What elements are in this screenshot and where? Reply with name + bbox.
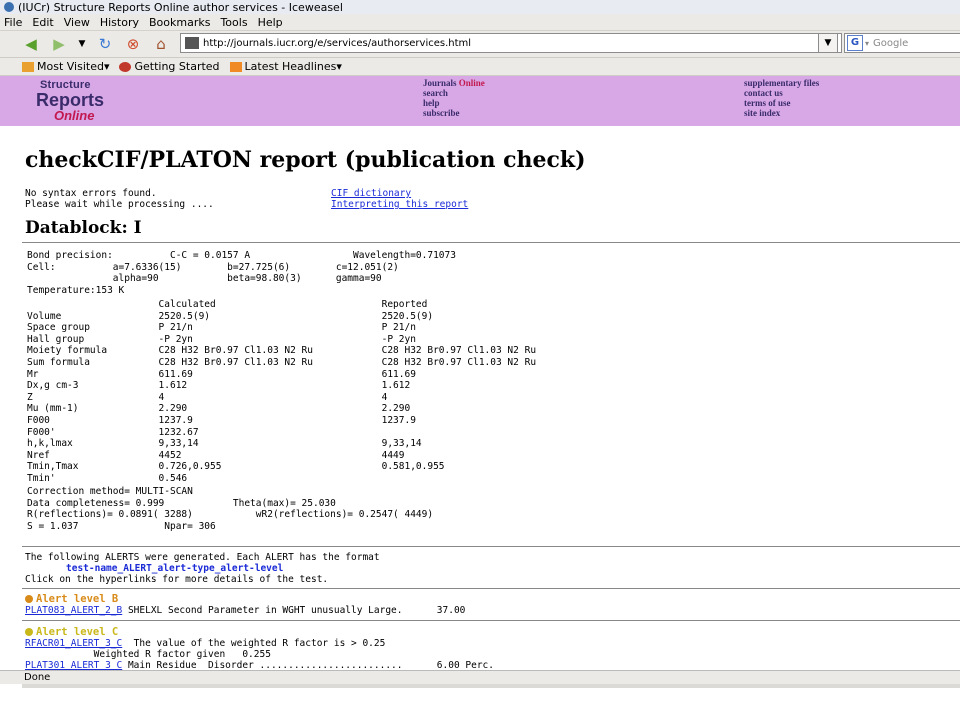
divider — [22, 620, 960, 621]
nav-search[interactable]: search — [423, 88, 485, 98]
horizontal-scrollbar[interactable] — [22, 684, 960, 688]
menu-bookmarks[interactable]: Bookmarks — [149, 16, 210, 29]
menu-edit[interactable]: Edit — [32, 16, 53, 29]
browser-window: (IUCr) Structure Reports Online author s… — [0, 0, 960, 688]
history-dropdown-icon[interactable]: ▼ — [78, 35, 86, 53]
status-text: Done — [24, 672, 51, 683]
alert-row: PLAT301_ALERT_3_C Main Residue Disorder … — [25, 660, 495, 670]
iceweasel-icon — [4, 2, 14, 12]
nav-terms-of-use[interactable]: terms of use — [744, 98, 819, 108]
search-engine-dropdown-icon[interactable]: ▾ — [865, 39, 869, 48]
alert-level-b-heading: Alert level B — [25, 593, 118, 605]
menu-file[interactable]: File — [4, 16, 22, 29]
plat083-alert-link[interactable]: PLAT083_ALERT_2_B — [25, 605, 122, 616]
nav-site-index[interactable]: site index — [744, 108, 819, 118]
alert-format: test-name_ALERT_alert-type_alert-level — [66, 563, 284, 574]
nav-contact-us[interactable]: contact us — [744, 88, 819, 98]
folder-icon — [22, 61, 34, 72]
structure-reports-online-logo[interactable]: Structure Reports Online — [36, 80, 104, 123]
alert-bullet-icon — [25, 628, 33, 636]
menu-bar: File Edit View History Bookmarks Tools H… — [0, 14, 960, 31]
nav-help[interactable]: help — [423, 98, 485, 108]
page-title: checkCIF/PLATON report (publication chec… — [25, 147, 586, 173]
rfacr01-alert-link[interactable]: RFACR01_ALERT_3_C — [25, 638, 122, 649]
status-bar: Done — [0, 670, 960, 684]
refinement-summary: Correction method= MULTI-SCAN Data compl… — [27, 486, 434, 532]
calculated-vs-reported-table: Calculated Reported Volume 2520.5(9) 252… — [27, 299, 537, 484]
report-content: checkCIF/PLATON report (publication chec… — [0, 126, 960, 670]
processing-status: Please wait while processing .... — [25, 199, 214, 210]
google-icon[interactable]: G — [847, 35, 863, 51]
nav-subscribe[interactable]: subscribe — [423, 108, 485, 118]
menu-tools[interactable]: Tools — [220, 16, 247, 29]
stop-icon[interactable]: ⊗ — [124, 35, 142, 53]
back-arrow-icon[interactable]: ◀ — [22, 35, 40, 53]
menu-view[interactable]: View — [64, 16, 90, 29]
window-title: (IUCr) Structure Reports Online author s… — [18, 0, 343, 14]
cell-parameters: Bond precision: C-C = 0.0157 A Wavelengt… — [27, 250, 456, 296]
alert-row: PLAT083_ALERT_2_B SHELXL Second Paramete… — [25, 605, 466, 616]
forward-arrow-icon[interactable]: ▶ — [50, 35, 68, 53]
alert-bullet-icon — [25, 595, 33, 603]
page-icon — [185, 37, 199, 49]
bookmark-getting-started[interactable]: Getting Started — [119, 60, 220, 73]
site-banner: Structure Reports Online Journals Online… — [0, 76, 960, 129]
interpreting-report-link[interactable]: Interpreting this report — [331, 199, 468, 211]
alert-level-c-heading: Alert level C — [25, 626, 118, 638]
alert-detail: Weighted R factor given 0.255 — [25, 649, 271, 660]
iceweasel-bookmark-icon — [119, 61, 132, 72]
nav-supplementary-files[interactable]: supplementary files — [744, 78, 819, 88]
banner-nav-right: supplementary files contact us terms of … — [744, 78, 819, 118]
divider — [22, 546, 960, 547]
home-icon[interactable]: ⌂ — [152, 35, 170, 53]
cif-dictionary-link[interactable]: CIF dictionary — [331, 188, 411, 200]
search-box[interactable]: G ▾ Google — [844, 33, 960, 53]
title-bar: (IUCr) Structure Reports Online author s… — [0, 0, 960, 14]
syntax-status: No syntax errors found. — [25, 188, 157, 199]
url-dropdown-icon[interactable]: ▼ — [818, 33, 838, 53]
alerts-intro: The following ALERTS were generated. Eac… — [25, 552, 380, 563]
divider — [22, 242, 960, 243]
search-placeholder: Google — [873, 37, 909, 49]
alert-row: RFACR01_ALERT_3_C The value of the weigh… — [25, 638, 386, 649]
divider — [22, 588, 960, 589]
alerts-hint: Click on the hyperlinks for more details… — [25, 574, 329, 585]
bookmark-most-visited[interactable]: Most Visited▾ — [22, 60, 109, 73]
nav-journals-online[interactable]: Journals Online — [423, 78, 485, 88]
reload-icon[interactable]: ↻ — [96, 35, 114, 53]
menu-history[interactable]: History — [100, 16, 139, 29]
rss-icon — [229, 61, 242, 72]
menu-help[interactable]: Help — [258, 16, 283, 29]
datablock-heading: Datablock: I — [25, 218, 142, 238]
banner-nav-left: Journals Online search help subscribe — [423, 78, 485, 118]
bookmark-latest-headlines[interactable]: Latest Headlines▾ — [229, 60, 342, 73]
url-bar[interactable]: http://journals.iucr.org/e/services/auth… — [180, 33, 842, 53]
url-text[interactable]: http://journals.iucr.org/e/services/auth… — [203, 38, 826, 49]
bookmarks-toolbar: Most Visited▾ Getting Started Latest Hea… — [0, 58, 960, 76]
plat301-alert-link[interactable]: PLAT301_ALERT_3_C — [25, 660, 122, 670]
